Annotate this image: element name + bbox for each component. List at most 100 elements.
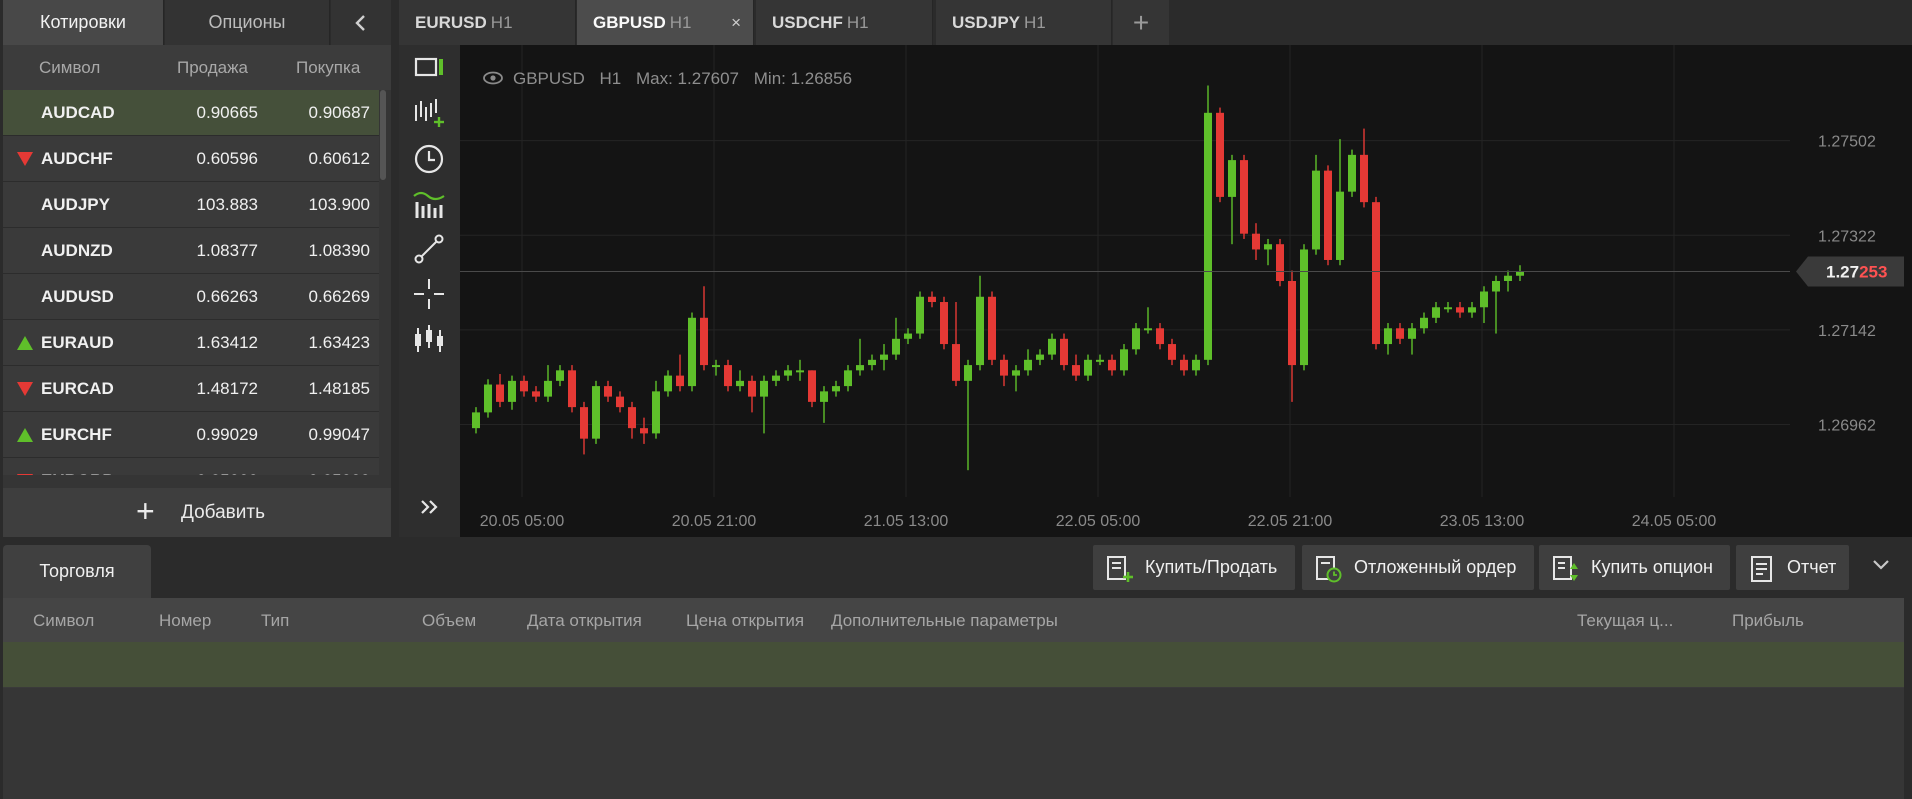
- quotes-header: Символ Продажа Покупка: [3, 45, 391, 90]
- candle: [484, 379, 492, 418]
- col-volume[interactable]: Объем: [422, 611, 476, 631]
- candle: [736, 370, 744, 392]
- tab-trading[interactable]: Торговля: [3, 545, 151, 598]
- col-current-price[interactable]: Текущая ц...: [1577, 611, 1673, 631]
- chart-tab-eurusd[interactable]: EURUSD H1: [399, 0, 576, 45]
- chart-tab-symbol: GBPUSD: [593, 13, 666, 32]
- candle: [580, 401, 588, 455]
- quote-row-audjpy[interactable]: AUDJPY 103.883 103.900: [3, 182, 379, 228]
- quote-ask: 1.48185: [308, 379, 370, 398]
- eye-icon[interactable]: [483, 71, 503, 85]
- expand-panel-button[interactable]: [1872, 553, 1890, 583]
- quote-row-audchf[interactable]: AUDCHF 0.60596 0.60612: [3, 136, 379, 182]
- quote-bid: 0.90665: [196, 103, 258, 122]
- tab-quotes[interactable]: Котировки: [3, 0, 164, 45]
- candle: [1192, 354, 1200, 376]
- quote-row-audcad[interactable]: AUDCAD 0.90665 0.90687: [3, 90, 379, 136]
- col-number[interactable]: Номер: [159, 611, 211, 631]
- buy-sell-button[interactable]: Купить/Продать: [1093, 545, 1295, 590]
- candle: [892, 317, 900, 360]
- candle: [796, 359, 804, 381]
- indicators-icon[interactable]: [412, 187, 446, 221]
- col-ask[interactable]: Покупка: [296, 58, 360, 78]
- quote-ask: 0.99047: [308, 425, 370, 444]
- col-profit[interactable]: Прибыль: [1732, 611, 1804, 631]
- candle: [1516, 265, 1524, 281]
- expand-more-icon[interactable]: [412, 490, 446, 524]
- candle: [1048, 333, 1056, 360]
- x-tick-label: 20.05 21:00: [672, 513, 757, 530]
- candlestick-chart[interactable]: 1.27502 1.27322 1.27142 1.26962 20.05 05:00 2…: [460, 45, 1912, 537]
- legend-min: Min: 1.26856: [754, 69, 852, 88]
- candle: [1120, 344, 1128, 376]
- candle: [1000, 354, 1008, 387]
- candle: [808, 370, 816, 408]
- trade-panel: Торговля Купить/Продать Отложенный ордер…: [0, 545, 1912, 799]
- chart-tab-usdjpy[interactable]: USDJPY H1: [936, 0, 1112, 45]
- crosshair-icon[interactable]: [412, 277, 446, 311]
- current-price-marker: 1.27253: [1796, 256, 1904, 287]
- buy-sell-label: Купить/Продать: [1145, 557, 1278, 577]
- quote-symbol: EURCAD: [41, 379, 114, 398]
- add-chart-tab-button[interactable]: +: [1113, 0, 1169, 45]
- quote-row-eurgbp[interactable]: EURGBP 0.85000 0.85000: [3, 458, 379, 475]
- candle: [1240, 154, 1248, 239]
- quote-bid: 1.08377: [196, 241, 258, 260]
- col-symbol[interactable]: Символ: [33, 611, 94, 631]
- chart-tab-usdchf[interactable]: USDCHF H1: [756, 0, 933, 45]
- close-tab-icon[interactable]: ×: [731, 0, 741, 45]
- chart-tabs: EURUSD H1 GBPUSD H1 × USDCHF H1 USDJPY H1 +: [399, 0, 1912, 45]
- table-row[interactable]: [3, 642, 1904, 688]
- current-price-main: 1.27: [1826, 263, 1859, 282]
- pending-order-button[interactable]: Отложенный ордер: [1302, 545, 1534, 590]
- y-tick-label: 1.26962: [1818, 417, 1876, 434]
- quote-row-audusd[interactable]: AUDUSD 0.66263 0.66269: [3, 274, 379, 320]
- collapse-panel-button[interactable]: [331, 0, 391, 45]
- candle: [1384, 323, 1392, 355]
- line-tool-icon[interactable]: [412, 232, 446, 266]
- quote-row-eurchf[interactable]: EURCHF 0.99029 0.99047: [3, 412, 379, 458]
- col-type[interactable]: Тип: [261, 611, 289, 631]
- col-bid[interactable]: Продажа: [177, 58, 248, 78]
- candle: [1336, 139, 1344, 266]
- quote-symbol: AUDJPY: [41, 195, 110, 214]
- x-tick-label: 22.05 21:00: [1248, 513, 1333, 530]
- buy-option-button[interactable]: Купить опцион: [1539, 545, 1730, 590]
- candle: [772, 370, 780, 387]
- quote-ask: 0.66269: [308, 287, 370, 306]
- candle: [1108, 354, 1116, 376]
- buy-option-label: Купить опцион: [1591, 557, 1713, 577]
- quote-row-audnzd[interactable]: AUDNZD 1.08377 1.08390: [3, 228, 379, 274]
- col-open-price[interactable]: Цена открытия: [686, 611, 804, 631]
- col-symbol[interactable]: Символ: [39, 58, 100, 78]
- quote-bid: 1.48172: [196, 379, 258, 398]
- single-chart-icon[interactable]: [412, 50, 446, 84]
- candle: [832, 380, 840, 397]
- candle: [532, 386, 540, 402]
- report-button[interactable]: Отчет: [1736, 545, 1849, 590]
- y-tick-label: 1.27322: [1818, 228, 1876, 245]
- candle: [904, 328, 912, 345]
- chart-tab-gbpusd[interactable]: GBPUSD H1 ×: [577, 0, 754, 45]
- chart-tab-timeframe: H1: [490, 13, 513, 32]
- pending-order-label: Отложенный ордер: [1354, 557, 1517, 577]
- add-indicator-icon[interactable]: [412, 95, 446, 129]
- add-symbol-button[interactable]: + Добавить: [3, 488, 391, 537]
- quote-row-euraud[interactable]: EURAUD 1.63412 1.63423: [3, 320, 379, 366]
- candle: [1084, 354, 1092, 381]
- timeframe-clock-icon[interactable]: [412, 142, 446, 176]
- legend-symbol: GBPUSD: [513, 69, 585, 88]
- candle: [1468, 302, 1476, 318]
- quote-bid: 1.63412: [196, 333, 258, 352]
- col-extra-params[interactable]: Дополнительные параметры: [831, 611, 1058, 631]
- quote-symbol: AUDCHF: [41, 149, 113, 168]
- quotes-scrollbar[interactable]: [380, 90, 386, 180]
- col-open-date[interactable]: Дата открытия: [527, 611, 642, 631]
- candle: [472, 407, 480, 434]
- chart-type-candles-icon[interactable]: [412, 322, 446, 356]
- quote-symbol: AUDUSD: [41, 287, 114, 306]
- candle: [1228, 154, 1236, 245]
- quote-row-eurcad[interactable]: EURCAD 1.48172 1.48185: [3, 366, 379, 412]
- candle: [784, 365, 792, 381]
- tab-options[interactable]: Опционы: [165, 0, 330, 45]
